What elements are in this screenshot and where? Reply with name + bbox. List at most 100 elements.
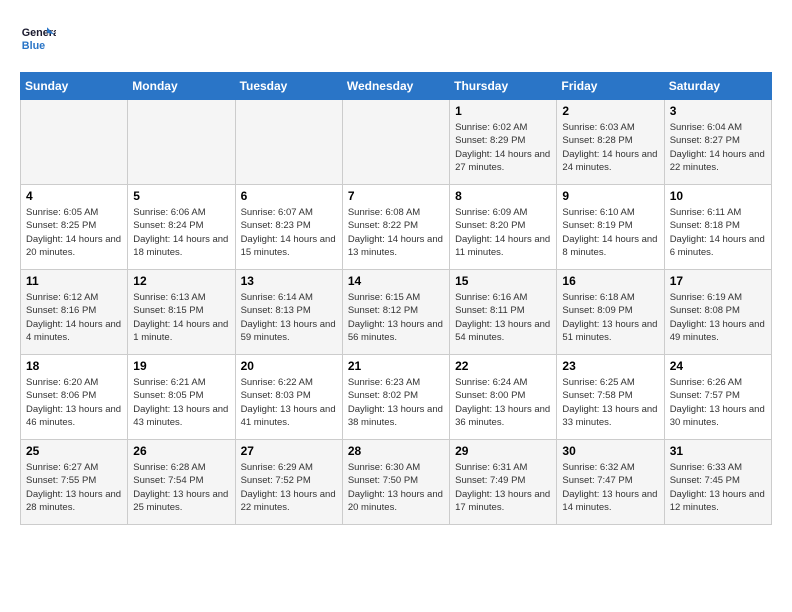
day-info: Sunrise: 6:05 AM Sunset: 8:25 PM Dayligh… bbox=[26, 206, 122, 259]
calendar-day-cell: 2 Sunrise: 6:03 AM Sunset: 8:28 PM Daylig… bbox=[557, 100, 664, 185]
day-info: Sunrise: 6:23 AM Sunset: 8:02 PM Dayligh… bbox=[348, 376, 444, 429]
calendar-day-cell: 7Sunrise: 6:08 AM Sunset: 8:22 PM Daylig… bbox=[342, 185, 449, 270]
day-info: Sunrise: 6:24 AM Sunset: 8:00 PM Dayligh… bbox=[455, 376, 551, 429]
calendar-day-cell: 23Sunrise: 6:25 AM Sunset: 7:58 PM Dayli… bbox=[557, 355, 664, 440]
calendar-week-row: 1 Sunrise: 6:02 AM Sunset: 8:29 PM Daylig… bbox=[21, 100, 772, 185]
weekday-header: Thursday bbox=[450, 73, 557, 100]
day-number: 19 bbox=[133, 359, 229, 373]
weekday-header: Monday bbox=[128, 73, 235, 100]
calendar-day-cell: 20 Sunrise: 6:22 AM Sunset: 8:03 PM Dayli… bbox=[235, 355, 342, 440]
day-info: Sunrise: 6:27 AM Sunset: 7:55 PM Dayligh… bbox=[26, 461, 122, 514]
calendar-day-cell: 4 Sunrise: 6:05 AM Sunset: 8:25 PM Daylig… bbox=[21, 185, 128, 270]
calendar-table: SundayMondayTuesdayWednesdayThursdayFrid… bbox=[20, 72, 772, 525]
day-number: 10 bbox=[670, 189, 766, 203]
weekday-header: Sunday bbox=[21, 73, 128, 100]
logo: General Blue bbox=[20, 20, 56, 56]
day-number: 27 bbox=[241, 444, 337, 458]
calendar-week-row: 25 Sunrise: 6:27 AM Sunset: 7:55 PM Dayli… bbox=[21, 440, 772, 525]
day-number: 22 bbox=[455, 359, 551, 373]
day-number: 24 bbox=[670, 359, 766, 373]
day-info: Sunrise: 6:10 AM Sunset: 8:19 PM Dayligh… bbox=[562, 206, 658, 259]
day-number: 29 bbox=[455, 444, 551, 458]
day-number: 23 bbox=[562, 359, 658, 373]
day-info: Sunrise: 6:07 AM Sunset: 8:23 PM Dayligh… bbox=[241, 206, 337, 259]
day-number: 9 bbox=[562, 189, 658, 203]
day-number: 16 bbox=[562, 274, 658, 288]
calendar-day-cell: 3Sunrise: 6:04 AM Sunset: 8:27 PM Daylig… bbox=[664, 100, 771, 185]
calendar-day-cell: 19Sunrise: 6:21 AM Sunset: 8:05 PM Dayli… bbox=[128, 355, 235, 440]
day-number: 28 bbox=[348, 444, 444, 458]
weekday-header: Friday bbox=[557, 73, 664, 100]
day-info: Sunrise: 6:28 AM Sunset: 7:54 PM Dayligh… bbox=[133, 461, 229, 514]
day-number: 31 bbox=[670, 444, 766, 458]
calendar-day-cell bbox=[235, 100, 342, 185]
day-info: Sunrise: 6:22 AM Sunset: 8:03 PM Dayligh… bbox=[241, 376, 337, 429]
day-info: Sunrise: 6:14 AM Sunset: 8:13 PM Dayligh… bbox=[241, 291, 337, 344]
calendar-day-cell: 14Sunrise: 6:15 AM Sunset: 8:12 PM Dayli… bbox=[342, 270, 449, 355]
day-info: Sunrise: 6:15 AM Sunset: 8:12 PM Dayligh… bbox=[348, 291, 444, 344]
calendar-day-cell: 26 Sunrise: 6:28 AM Sunset: 7:54 PM Dayli… bbox=[128, 440, 235, 525]
day-info: Sunrise: 6:04 AM Sunset: 8:27 PM Dayligh… bbox=[670, 121, 766, 174]
day-info: Sunrise: 6:12 AM Sunset: 8:16 PM Dayligh… bbox=[26, 291, 122, 344]
calendar-day-cell: 15 Sunrise: 6:16 AM Sunset: 8:11 PM Dayli… bbox=[450, 270, 557, 355]
logo-icon: General Blue bbox=[20, 20, 56, 56]
calendar-day-cell: 5 Sunrise: 6:06 AM Sunset: 8:24 PM Daylig… bbox=[128, 185, 235, 270]
calendar-day-cell bbox=[342, 100, 449, 185]
day-info: Sunrise: 6:26 AM Sunset: 7:57 PM Dayligh… bbox=[670, 376, 766, 429]
day-number: 4 bbox=[26, 189, 122, 203]
day-info: Sunrise: 6:08 AM Sunset: 8:22 PM Dayligh… bbox=[348, 206, 444, 259]
calendar-day-cell: 9 Sunrise: 6:10 AM Sunset: 8:19 PM Daylig… bbox=[557, 185, 664, 270]
calendar-day-cell: 29 Sunrise: 6:31 AM Sunset: 7:49 PM Dayli… bbox=[450, 440, 557, 525]
svg-text:Blue: Blue bbox=[22, 40, 45, 52]
day-info: Sunrise: 6:06 AM Sunset: 8:24 PM Dayligh… bbox=[133, 206, 229, 259]
day-info: Sunrise: 6:32 AM Sunset: 7:47 PM Dayligh… bbox=[562, 461, 658, 514]
day-number: 6 bbox=[241, 189, 337, 203]
day-number: 13 bbox=[241, 274, 337, 288]
calendar-day-cell: 11Sunrise: 6:12 AM Sunset: 8:16 PM Dayli… bbox=[21, 270, 128, 355]
day-number: 20 bbox=[241, 359, 337, 373]
day-number: 25 bbox=[26, 444, 122, 458]
day-number: 1 bbox=[455, 104, 551, 118]
calendar-week-row: 4 Sunrise: 6:05 AM Sunset: 8:25 PM Daylig… bbox=[21, 185, 772, 270]
day-info: Sunrise: 6:30 AM Sunset: 7:50 PM Dayligh… bbox=[348, 461, 444, 514]
weekday-header: Wednesday bbox=[342, 73, 449, 100]
calendar-day-cell: 22 Sunrise: 6:24 AM Sunset: 8:00 PM Dayli… bbox=[450, 355, 557, 440]
day-number: 15 bbox=[455, 274, 551, 288]
day-number: 12 bbox=[133, 274, 229, 288]
weekday-header: Tuesday bbox=[235, 73, 342, 100]
calendar-day-cell: 25 Sunrise: 6:27 AM Sunset: 7:55 PM Dayli… bbox=[21, 440, 128, 525]
calendar-day-cell: 10 Sunrise: 6:11 AM Sunset: 8:18 PM Dayli… bbox=[664, 185, 771, 270]
day-info: Sunrise: 6:19 AM Sunset: 8:08 PM Dayligh… bbox=[670, 291, 766, 344]
day-info: Sunrise: 6:18 AM Sunset: 8:09 PM Dayligh… bbox=[562, 291, 658, 344]
day-number: 17 bbox=[670, 274, 766, 288]
day-info: Sunrise: 6:31 AM Sunset: 7:49 PM Dayligh… bbox=[455, 461, 551, 514]
calendar-day-cell: 16 Sunrise: 6:18 AM Sunset: 8:09 PM Dayli… bbox=[557, 270, 664, 355]
calendar-day-cell: 12 Sunrise: 6:13 AM Sunset: 8:15 PM Dayli… bbox=[128, 270, 235, 355]
day-number: 30 bbox=[562, 444, 658, 458]
weekday-header: Saturday bbox=[664, 73, 771, 100]
calendar-day-cell: 28 Sunrise: 6:30 AM Sunset: 7:50 PM Dayli… bbox=[342, 440, 449, 525]
page-header: General Blue bbox=[20, 20, 772, 56]
calendar-day-cell: 24 Sunrise: 6:26 AM Sunset: 7:57 PM Dayli… bbox=[664, 355, 771, 440]
calendar-day-cell bbox=[21, 100, 128, 185]
calendar-day-cell: 31 Sunrise: 6:33 AM Sunset: 7:45 PM Dayli… bbox=[664, 440, 771, 525]
day-number: 5 bbox=[133, 189, 229, 203]
day-number: 26 bbox=[133, 444, 229, 458]
calendar-week-row: 18Sunrise: 6:20 AM Sunset: 8:06 PM Dayli… bbox=[21, 355, 772, 440]
day-info: Sunrise: 6:33 AM Sunset: 7:45 PM Dayligh… bbox=[670, 461, 766, 514]
day-info: Sunrise: 6:16 AM Sunset: 8:11 PM Dayligh… bbox=[455, 291, 551, 344]
calendar-day-cell: 17 Sunrise: 6:19 AM Sunset: 8:08 PM Dayli… bbox=[664, 270, 771, 355]
day-number: 2 bbox=[562, 104, 658, 118]
day-info: Sunrise: 6:09 AM Sunset: 8:20 PM Dayligh… bbox=[455, 206, 551, 259]
calendar-day-cell: 13 Sunrise: 6:14 AM Sunset: 8:13 PM Dayli… bbox=[235, 270, 342, 355]
day-info: Sunrise: 6:11 AM Sunset: 8:18 PM Dayligh… bbox=[670, 206, 766, 259]
calendar-day-cell: 8 Sunrise: 6:09 AM Sunset: 8:20 PM Daylig… bbox=[450, 185, 557, 270]
day-number: 8 bbox=[455, 189, 551, 203]
day-info: Sunrise: 6:20 AM Sunset: 8:06 PM Dayligh… bbox=[26, 376, 122, 429]
calendar-week-row: 11Sunrise: 6:12 AM Sunset: 8:16 PM Dayli… bbox=[21, 270, 772, 355]
calendar-day-cell: 30 Sunrise: 6:32 AM Sunset: 7:47 PM Dayli… bbox=[557, 440, 664, 525]
day-info: Sunrise: 6:03 AM Sunset: 8:28 PM Dayligh… bbox=[562, 121, 658, 174]
calendar-day-cell: 1 Sunrise: 6:02 AM Sunset: 8:29 PM Daylig… bbox=[450, 100, 557, 185]
day-info: Sunrise: 6:13 AM Sunset: 8:15 PM Dayligh… bbox=[133, 291, 229, 344]
day-info: Sunrise: 6:02 AM Sunset: 8:29 PM Dayligh… bbox=[455, 121, 551, 174]
